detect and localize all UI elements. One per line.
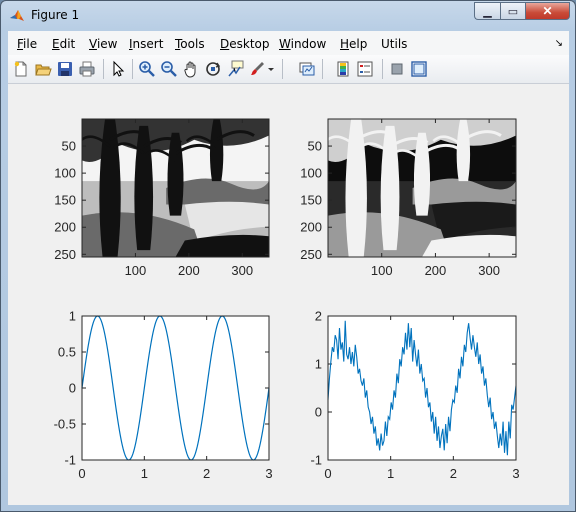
axes-2-ytick-label: 50: [308, 139, 322, 154]
axes-4-xtick-label: 3: [512, 466, 519, 481]
axes-3-ytick-label: -1: [64, 453, 76, 468]
axes-3-ytick-label: 0.5: [58, 345, 76, 360]
menu-bar: File Edit View Insert Tools Desktop Wind…: [8, 31, 569, 55]
axes-1-ytick-label: 50: [62, 139, 76, 154]
toolbar-separator: [382, 59, 383, 79]
axes-2-ytick-label: 100: [300, 166, 322, 181]
image-1: [82, 119, 269, 257]
axes-4-ytick-label: -1: [310, 453, 322, 468]
zoom-in-icon[interactable]: [138, 60, 156, 78]
figure-toolbar: [8, 55, 569, 84]
toolbar-separator: [103, 59, 104, 79]
client-area: File Edit View Insert Tools Desktop Wind…: [8, 31, 569, 505]
matlab-app-icon[interactable]: [9, 8, 25, 24]
menu-dock-arrow-icon[interactable]: ↘: [555, 38, 563, 49]
axes-2-ytick-label: 150: [300, 193, 322, 208]
axes-1-ytick-label: 200: [54, 220, 76, 235]
axes-2-ytick-label: 200: [300, 220, 322, 235]
legend-icon[interactable]: [356, 60, 374, 78]
axes-1-ytick-label: 250: [54, 247, 76, 262]
axes-2-xtick-label: 200: [425, 263, 447, 278]
menu-view[interactable]: View: [89, 37, 117, 51]
link-plot-icon[interactable]: [298, 60, 316, 78]
axes-4-ytick-label: 0: [315, 405, 322, 420]
menu-desktop[interactable]: Desktop: [220, 37, 270, 51]
menu-tools[interactable]: Tools: [175, 37, 205, 51]
menu-utils[interactable]: Utils: [381, 37, 407, 51]
axes-3-ytick-label: 1: [69, 309, 76, 324]
menu-edit[interactable]: Edit: [52, 37, 75, 51]
rotate-3d-icon[interactable]: [204, 60, 222, 78]
image-trunk: [167, 132, 184, 216]
minimize-button[interactable]: ▁: [474, 2, 500, 20]
axes-4-xtick-label: 2: [450, 466, 457, 481]
colorbar-icon[interactable]: [334, 60, 352, 78]
toolbar-separator: [132, 59, 133, 79]
axes-3-ytick-label: -0.5: [54, 417, 76, 432]
brush-icon[interactable]: [248, 60, 266, 78]
axes-2-xtick-label: 100: [371, 263, 393, 278]
axes-3-xtick-label: 0: [78, 466, 85, 481]
menu-file[interactable]: File: [17, 37, 37, 51]
hide-plot-tools-icon[interactable]: [388, 60, 406, 78]
axes-1-ytick-label: 100: [54, 166, 76, 181]
axes-3-xtick-label: 3: [265, 466, 272, 481]
axes-4-ytick-label: 2: [315, 309, 322, 324]
axes-4-xtick-label: 1: [387, 466, 394, 481]
maximize-icon: ▭: [507, 5, 519, 18]
close-button[interactable]: ✕: [525, 2, 570, 20]
axes-2-xtick-label: 300: [478, 263, 500, 278]
toolbar-separator: [282, 59, 283, 79]
maximize-button[interactable]: ▭: [500, 2, 525, 20]
close-icon: ✕: [542, 4, 553, 18]
data-cursor-icon[interactable]: [226, 60, 244, 78]
save-icon[interactable]: [56, 60, 74, 78]
axes-3-xtick-label: 1: [141, 466, 148, 481]
axes-4-xtick-label: 0: [324, 466, 331, 481]
axes-2-ytick-label: 250: [300, 247, 322, 262]
figure-canvas[interactable]: 100 200 300 50 100 150 200 250 100 200 300 50 100 150…: [8, 84, 569, 505]
axes-4-ytick-label: 1: [315, 357, 322, 372]
toolbar-separator: [322, 59, 323, 79]
new-figure-icon[interactable]: [12, 60, 30, 78]
axes-3-xtick-label: 2: [203, 466, 210, 481]
image-trunk: [209, 119, 224, 182]
brush-dropdown-icon[interactable]: [266, 60, 276, 78]
plots-svg: 100 200 30050100150200250100 200 30050100150…: [54, 118, 520, 481]
print-icon[interactable]: [78, 60, 96, 78]
axes-1-xtick-label: 100: [125, 263, 147, 278]
image-2: [328, 119, 516, 257]
image-trunk: [456, 119, 471, 182]
zoom-out-icon[interactable]: [160, 60, 178, 78]
axes-1-ytick-label: 150: [54, 193, 76, 208]
title-bar[interactable]: Figure 1 ▁ ▭ ✕: [1, 1, 575, 31]
image-trunk: [413, 132, 431, 216]
edit-plot-arrow-icon[interactable]: [109, 60, 127, 78]
axes-1-xtick-label: 300: [231, 263, 253, 278]
axes-4-bg: [328, 316, 516, 460]
menu-insert[interactable]: Insert: [129, 37, 163, 51]
figure-window: Figure 1 ▁ ▭ ✕ File Edit View Insert Too…: [0, 0, 576, 512]
axes-3-ytick-label: 0: [69, 381, 76, 396]
axes-1-xtick-label: 200: [178, 263, 200, 278]
minimize-icon: ▁: [483, 5, 492, 18]
show-plot-tools-icon[interactable]: [410, 60, 428, 78]
menu-window[interactable]: Window: [279, 37, 326, 51]
open-file-icon[interactable]: [34, 60, 52, 78]
pan-hand-icon[interactable]: [182, 60, 200, 78]
window-title: Figure 1: [31, 8, 80, 22]
menu-help[interactable]: Help: [340, 37, 367, 51]
